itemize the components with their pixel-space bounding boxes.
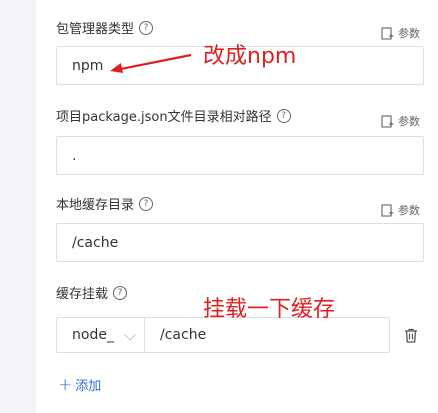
help-circle-icon[interactable]: ? <box>113 285 128 300</box>
add-label: 添加 <box>75 379 102 394</box>
cache-mount-label-text: 缓存挂载 <box>56 287 109 302</box>
package-json-path-label-text: 项目package.json文件目录相对路径 <box>56 110 272 125</box>
param-label: 参数 <box>398 204 420 217</box>
help-circle-icon[interactable]: ? <box>139 20 154 35</box>
param-label: 参数 <box>398 27 420 40</box>
add-cache-mount-button[interactable]: + 添加 <box>58 375 101 394</box>
package-manager-value: npm <box>72 57 104 74</box>
param-label: 参数 <box>398 115 420 128</box>
annotation-change-to-npm: 改成npm <box>203 44 297 69</box>
param-edit-icon <box>381 203 394 217</box>
package-json-path-label: 项目package.json文件目录相对路径 ? <box>56 106 291 125</box>
package-manager-param-button[interactable]: 参数 <box>381 25 420 41</box>
chevron-down-icon <box>124 329 136 341</box>
left-sidebar-strip <box>0 0 36 413</box>
package-manager-label-text: 包管理器类型 <box>56 22 135 37</box>
trash-icon[interactable] <box>404 328 418 343</box>
param-edit-icon <box>381 26 394 40</box>
package-manager-label: 包管理器类型 ? <box>56 18 154 37</box>
local-cache-dir-label: 本地缓存目录 ? <box>56 194 154 213</box>
local-cache-dir-value: /cache <box>72 234 119 251</box>
local-cache-dir-input[interactable]: /cache <box>56 223 424 262</box>
package-json-path-value: . <box>72 147 77 164</box>
cache-mount-label: 缓存挂载 ? <box>56 283 128 302</box>
package-json-path-param-button[interactable]: 参数 <box>381 113 420 129</box>
annotation-mount-cache: 挂载一下缓存 <box>203 297 336 322</box>
help-circle-icon[interactable]: ? <box>139 196 154 211</box>
cache-mount-type-select[interactable]: node_ <box>56 317 145 353</box>
package-json-path-input[interactable]: . <box>56 136 424 175</box>
local-cache-dir-label-text: 本地缓存目录 <box>56 198 135 213</box>
help-circle-icon[interactable]: ? <box>276 108 291 123</box>
param-edit-icon <box>381 114 394 128</box>
local-cache-dir-param-button[interactable]: 参数 <box>381 202 420 218</box>
cache-mount-select-value: node_ <box>72 327 114 343</box>
plus-icon: + <box>58 374 73 395</box>
cache-mount-path-value: /cache <box>160 327 207 343</box>
